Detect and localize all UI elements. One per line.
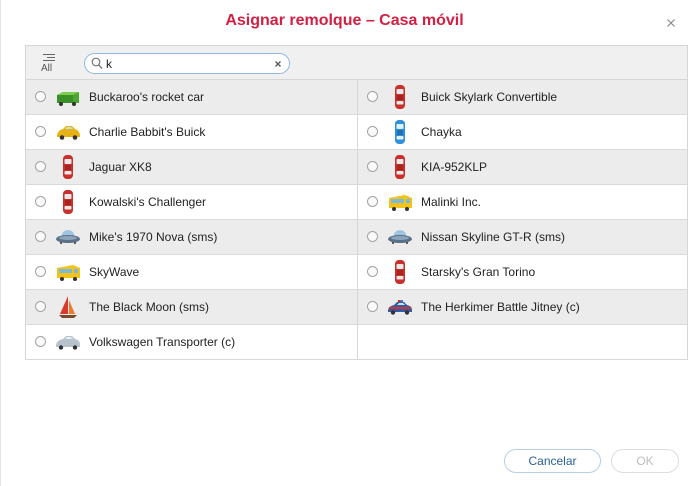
unit-row: The Black Moon (sms) The Herkimer Battle …	[26, 290, 687, 325]
unit-row: Buckaroo's rocket car Buick Skylark Conve…	[26, 80, 687, 115]
unit-radio[interactable]	[35, 301, 46, 312]
search-icon	[91, 57, 103, 69]
unit-name: SkyWave	[89, 265, 140, 279]
unit-name: Buckaroo's rocket car	[89, 90, 205, 104]
blue-car-top-icon	[387, 119, 413, 145]
unit-name: Buick Skylark Convertible	[421, 90, 558, 104]
unit-row: Jaguar XK8 KIA-952KLP	[26, 150, 687, 185]
unit-name: Nissan Skyline GT-R (sms)	[421, 230, 566, 244]
unit-item[interactable]: Starsky's Gran Torino	[357, 255, 687, 289]
unit-name: Malinki Inc.	[421, 195, 482, 209]
unit-name: Mike's 1970 Nova (sms)	[89, 230, 218, 244]
red-car-top-icon	[55, 154, 81, 180]
red-car-top-icon	[387, 154, 413, 180]
dialog-title: Asignar remolque – Casa móvil	[225, 12, 464, 29]
red-car-top-icon	[387, 259, 413, 285]
unit-item[interactable]: KIA-952KLP	[357, 150, 687, 184]
unit-item[interactable]: Buckaroo's rocket car	[26, 80, 357, 114]
unit-name: Kowalski's Challenger	[89, 195, 207, 209]
unit-radio[interactable]	[367, 196, 378, 207]
unit-radio[interactable]	[35, 336, 46, 347]
unit-radio[interactable]	[367, 91, 378, 102]
unit-item[interactable]: Malinki Inc.	[357, 185, 687, 219]
unit-name: Starsky's Gran Torino	[421, 265, 536, 279]
sailboat-icon	[55, 294, 81, 320]
unit-radio[interactable]	[35, 196, 46, 207]
unit-item[interactable]: Chayka	[357, 115, 687, 149]
unit-item[interactable]: Jaguar XK8	[26, 150, 357, 184]
ok-button[interactable]: OK	[611, 449, 679, 473]
unit-item[interactable]: Buick Skylark Convertible	[357, 80, 687, 114]
unit-item[interactable]: Charlie Babbit's Buick	[26, 115, 357, 149]
unit-item[interactable]: SkyWave	[26, 255, 357, 289]
units-toolbar: All	[26, 46, 687, 80]
empty-cell	[357, 325, 687, 359]
unit-radio[interactable]	[35, 126, 46, 137]
unit-radio[interactable]	[367, 161, 378, 172]
search-input[interactable]	[106, 56, 256, 71]
unit-radio[interactable]	[367, 301, 378, 312]
unit-radio[interactable]	[367, 126, 378, 137]
cancel-button[interactable]: Cancelar	[504, 449, 601, 473]
unit-radio[interactable]	[35, 266, 46, 277]
select-all-label: All	[41, 63, 53, 74]
search-box[interactable]	[84, 53, 290, 74]
yellow-car-icon	[55, 119, 81, 145]
unit-name: Jaguar XK8	[89, 160, 152, 174]
unit-item[interactable]: Mike's 1970 Nova (sms)	[26, 220, 357, 254]
unit-radio[interactable]	[35, 91, 46, 102]
police-car-icon	[387, 294, 413, 320]
unit-name: Chayka	[421, 125, 462, 139]
ufo-icon	[387, 224, 413, 250]
unit-item[interactable]: Nissan Skyline GT-R (sms)	[357, 220, 687, 254]
unit-item[interactable]: Volkswagen Transporter (c)	[26, 325, 357, 359]
unit-row: Volkswagen Transporter (c)	[26, 325, 687, 360]
select-all-toggle[interactable]: All	[38, 51, 60, 75]
ufo-icon	[55, 224, 81, 250]
unit-item[interactable]: The Black Moon (sms)	[26, 290, 357, 324]
unit-row: Kowalski's Challenger Malinki Inc.	[26, 185, 687, 220]
unit-radio[interactable]	[35, 231, 46, 242]
unit-radio[interactable]	[367, 266, 378, 277]
clear-search-icon[interactable]	[273, 59, 283, 69]
unit-item[interactable]: Kowalski's Challenger	[26, 185, 357, 219]
unit-name: Charlie Babbit's Buick	[89, 125, 206, 139]
unit-name: The Herkimer Battle Jitney (c)	[421, 300, 580, 314]
units-panel: All Buckaroo's rocket car Buick Skylark C…	[25, 45, 688, 360]
unit-radio[interactable]	[367, 231, 378, 242]
unit-item[interactable]: The Herkimer Battle Jitney (c)	[357, 290, 687, 324]
unit-name: The Black Moon (sms)	[89, 300, 210, 314]
unit-name: Volkswagen Transporter (c)	[89, 335, 236, 349]
red-car-top-icon	[55, 189, 81, 215]
red-car-top-icon	[387, 84, 413, 110]
unit-name: KIA-952KLP	[421, 160, 488, 174]
unit-row: SkyWave Starsky's Gran Torino	[26, 255, 687, 290]
yellow-bus-icon	[387, 189, 413, 215]
list-icon	[43, 54, 55, 63]
unit-row: Mike's 1970 Nova (sms) Nissan Skyline GT-…	[26, 220, 687, 255]
unit-radio[interactable]	[35, 161, 46, 172]
units-grid: Buckaroo's rocket car Buick Skylark Conve…	[26, 80, 687, 360]
green-truck-icon	[55, 84, 81, 110]
yellow-bus-icon	[55, 259, 81, 285]
silver-car-icon	[55, 329, 81, 355]
unit-row: Charlie Babbit's Buick Chayka	[26, 115, 687, 150]
assign-trailer-dialog: Asignar remolque – Casa móvil All k Buck…	[0, 0, 688, 486]
close-icon[interactable]	[664, 16, 678, 30]
